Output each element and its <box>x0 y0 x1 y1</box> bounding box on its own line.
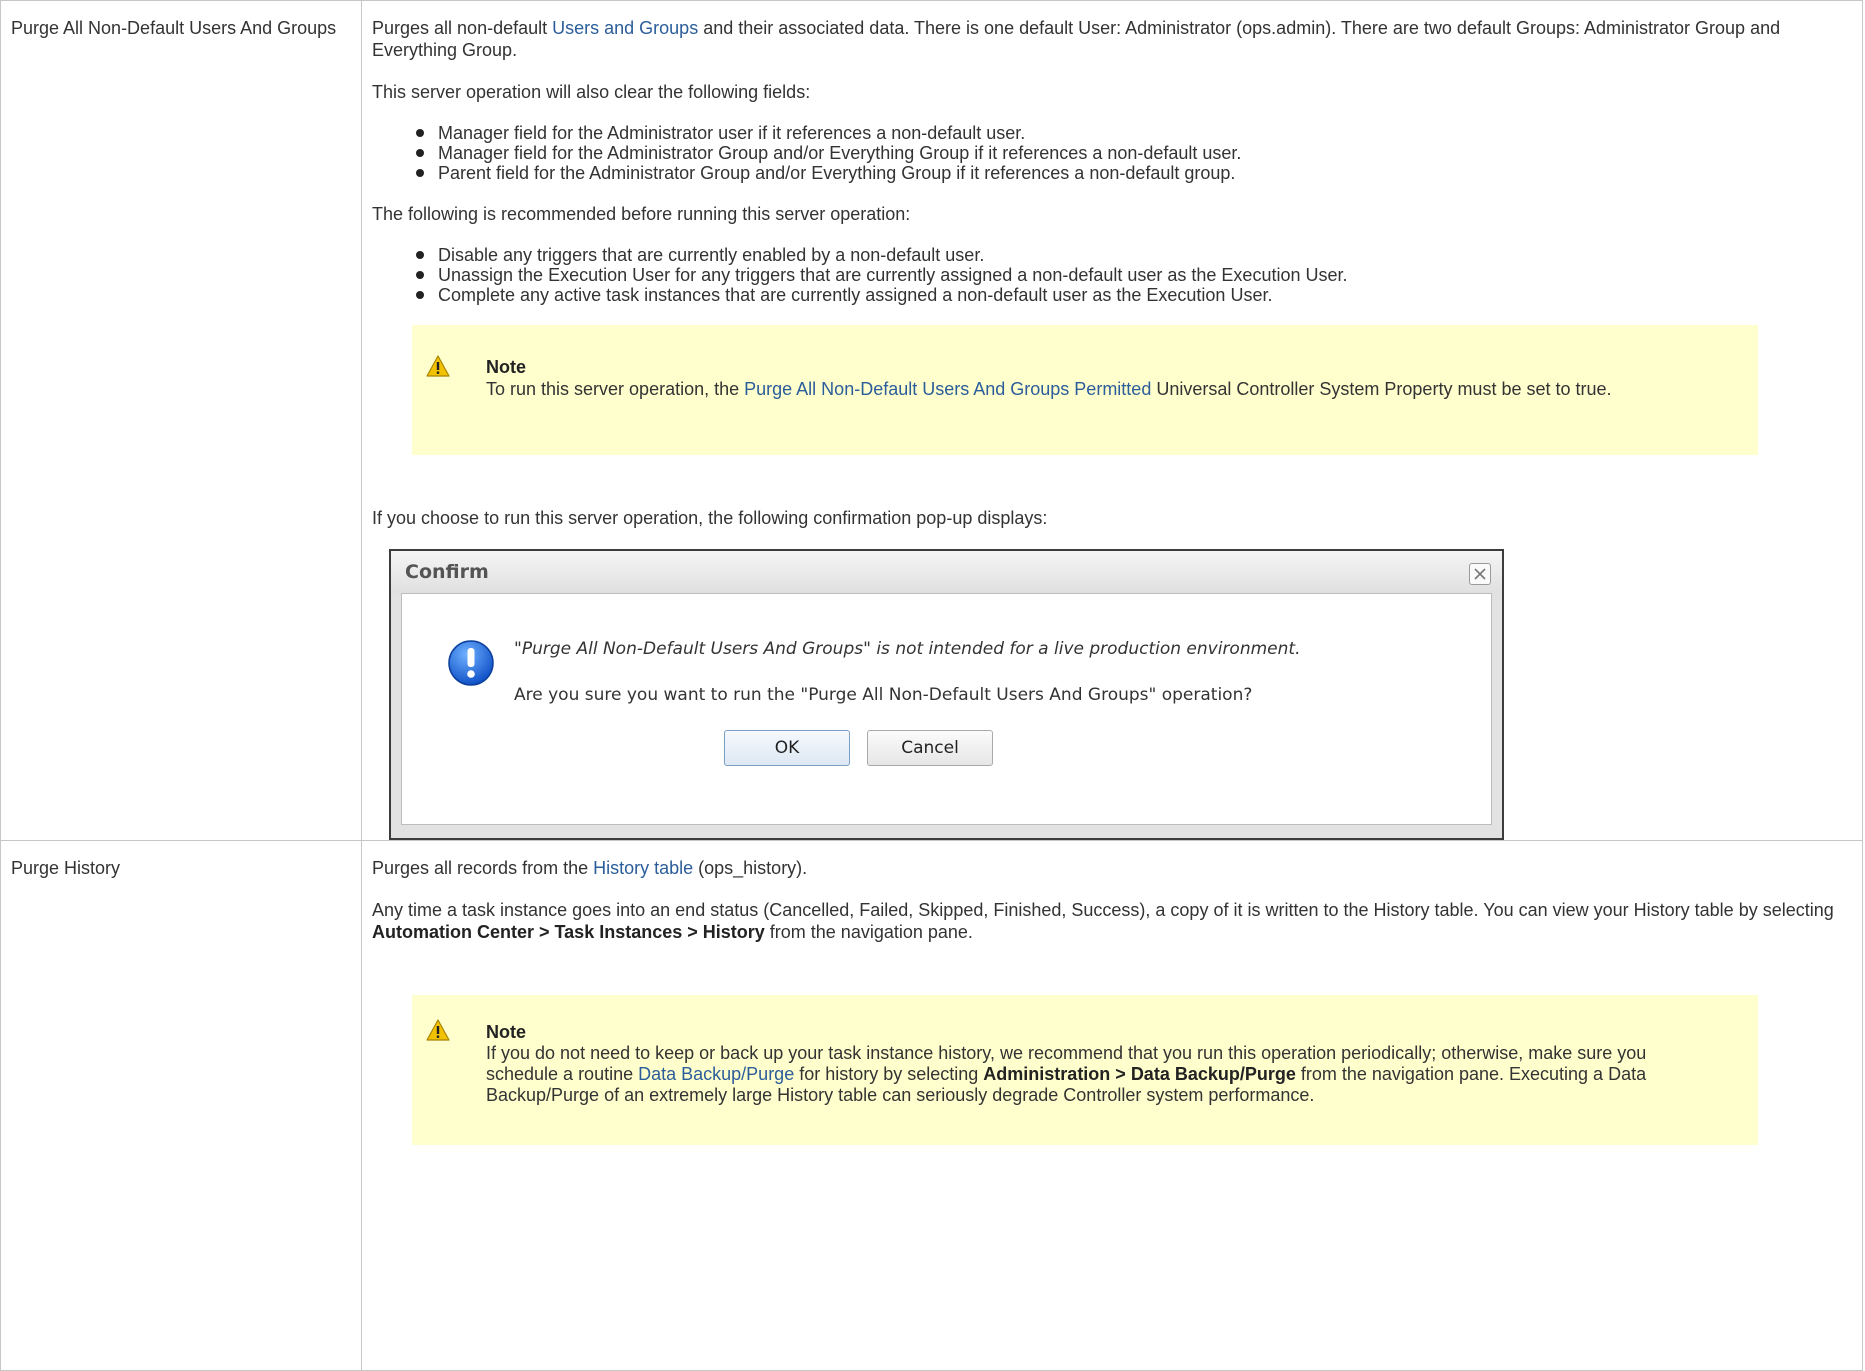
operation-name: Purge History <box>11 858 121 878</box>
description-paragraph: If you choose to run this server operati… <box>372 508 1048 528</box>
operation-name-cell: Purge History <box>0 840 362 1371</box>
recommendations-list: Disable any triggers that are currently … <box>372 245 1862 305</box>
description-paragraph: The following is recommended before runn… <box>372 204 911 224</box>
dialog-titlebar: Confirm <box>391 551 1502 593</box>
list-item: Parent field for the Administrator Group… <box>416 163 1862 183</box>
history-table-link[interactable]: History table <box>593 858 693 878</box>
dialog-message: "Purge All Non-Default Users And Groups"… <box>514 639 1301 659</box>
note-title: Note <box>486 1022 526 1042</box>
operation-description-cell: Purges all non-default Users and Groups … <box>361 0 1863 841</box>
cleared-fields-list: Manager field for the Administrator user… <box>372 123 1862 183</box>
operation-description-cell: Purges all records from the History tabl… <box>361 840 1863 1371</box>
description-paragraph: This server operation will also clear th… <box>372 82 811 102</box>
list-item: Manager field for the Administrator Grou… <box>416 143 1862 163</box>
operation-name: Purge All Non-Default Users And Groups <box>11 18 337 38</box>
description-paragraph: Purges all non-default Users and Groups … <box>372 18 1781 60</box>
note-box: Note If you do not need to keep or back … <box>412 995 1758 1145</box>
confirm-dialog-screenshot: Confirm "Purge All Non-Default Users And… <box>389 549 1504 840</box>
ok-button[interactable]: OK <box>724 730 850 766</box>
warning-icon <box>426 355 450 377</box>
list-item: Complete any active task instances that … <box>416 285 1862 305</box>
table-row: Purge History Purges all records from th… <box>0 840 1863 1371</box>
note-text: If you do not need to keep or back up yo… <box>486 1043 1647 1105</box>
data-backup-purge-link[interactable]: Data Backup/Purge <box>638 1064 794 1084</box>
operation-name-cell: Purge All Non-Default Users And Groups <box>0 0 362 841</box>
list-item: Manager field for the Administrator user… <box>416 123 1862 143</box>
system-property-link[interactable]: Purge All Non-Default Users And Groups P… <box>744 379 1151 399</box>
note-box: Note To run this server operation, the P… <box>412 325 1758 455</box>
description-paragraph: Any time a task instance goes into an en… <box>372 900 1834 942</box>
dialog-question: Are you sure you want to run the "Purge … <box>514 685 1253 705</box>
note-title: Note <box>486 357 526 377</box>
table-row: Purge All Non-Default Users And Groups P… <box>0 0 1863 841</box>
note-text: To run this server operation, the Purge … <box>486 379 1612 399</box>
info-icon <box>448 640 494 686</box>
list-item: Disable any triggers that are currently … <box>416 245 1862 265</box>
close-icon[interactable] <box>1469 563 1491 585</box>
warning-icon <box>426 1019 450 1041</box>
server-operations-table: Purge All Non-Default Users And Groups P… <box>0 0 1863 1371</box>
dialog-body: "Purge All Non-Default Users And Groups"… <box>401 593 1492 825</box>
dialog-title: Confirm <box>405 561 489 583</box>
cancel-button[interactable]: Cancel <box>867 730 993 766</box>
description-paragraph: Purges all records from the History tabl… <box>372 858 808 878</box>
list-item: Unassign the Execution User for any trig… <box>416 265 1862 285</box>
users-and-groups-link[interactable]: Users and Groups <box>552 18 698 38</box>
